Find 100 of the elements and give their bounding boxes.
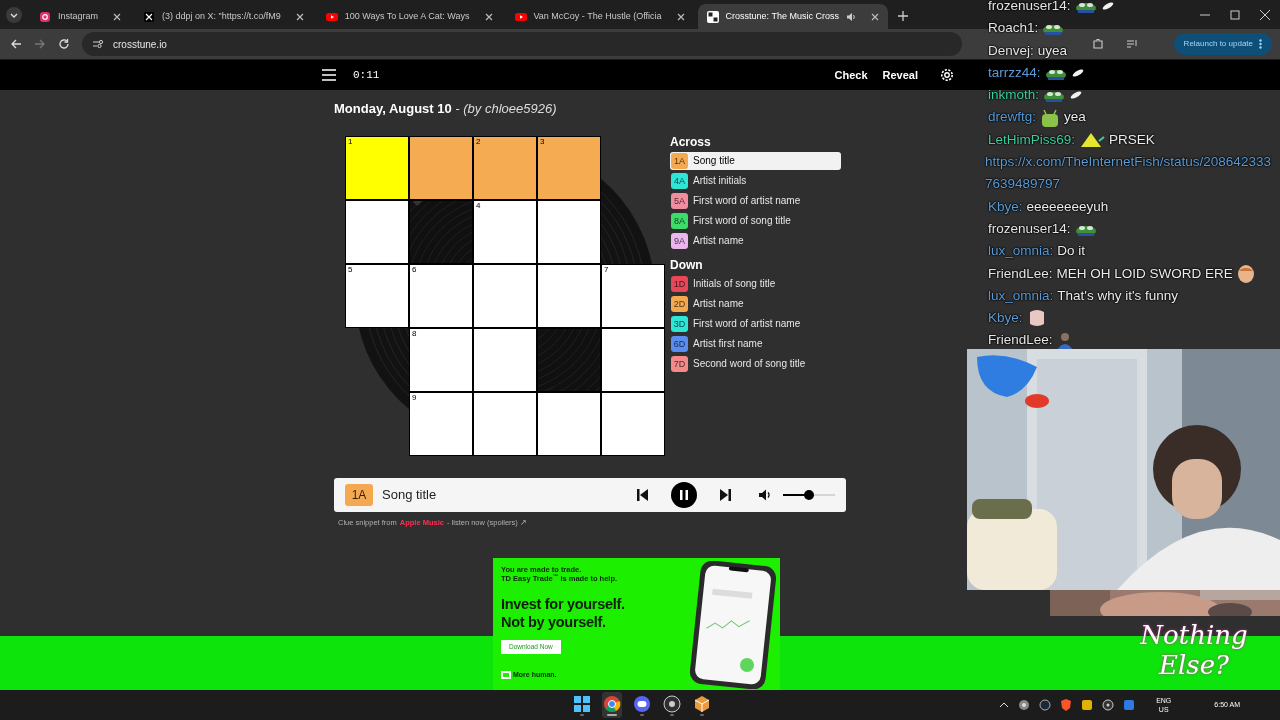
close-icon[interactable] <box>295 12 304 21</box>
grid-cell[interactable]: 4 <box>473 199 537 264</box>
chat-username[interactable]: Roach1: <box>988 17 1039 40</box>
back-icon[interactable] <box>10 38 22 50</box>
maximize-icon[interactable] <box>1230 9 1240 20</box>
close-icon[interactable] <box>113 12 122 21</box>
clue-item[interactable]: 9A Artist name <box>670 231 841 250</box>
grid-cell[interactable] <box>537 391 601 456</box>
site-info-icon[interactable] <box>92 38 104 50</box>
cell-number: 4 <box>476 201 481 210</box>
logo-icon <box>501 670 511 679</box>
section-heading: Across <box>670 133 712 151</box>
chat-username[interactable]: frozenuser14: <box>988 217 1071 241</box>
clue-item[interactable]: 6D Artist first name <box>670 334 841 353</box>
clue-item[interactable]: 4A Artist initials <box>670 171 841 190</box>
close-icon[interactable] <box>676 12 685 21</box>
grid-cell[interactable] <box>473 327 537 392</box>
cell-number: 7 <box>604 265 609 274</box>
caret-up-icon[interactable] <box>999 702 1010 708</box>
shield-icon[interactable] <box>1060 699 1073 711</box>
media-controls-icon[interactable] <box>1126 38 1138 50</box>
browser-tab[interactable]: 100 Ways To Love A Cat: Ways <box>316 4 502 29</box>
clue-text: Second word of song title <box>693 357 806 371</box>
chat-username[interactable]: FriendLee: <box>988 329 1053 352</box>
clue-item[interactable]: 2D Artist name <box>670 294 841 313</box>
grid-cell[interactable]: 7 <box>601 263 665 328</box>
next-icon[interactable] <box>720 488 731 501</box>
grid-cell[interactable] <box>409 135 473 200</box>
clue-item[interactable]: 7D Second word of song title <box>670 354 841 373</box>
cube-icon <box>693 694 711 713</box>
taskbar-app[interactable] <box>662 692 682 718</box>
chat-username[interactable]: lux_omnia: <box>988 284 1054 308</box>
chat-username[interactable]: FriendLee: <box>988 262 1053 285</box>
clue-item[interactable]: 1D Initials of song title <box>670 274 841 293</box>
grid-cell[interactable]: 5 <box>345 263 409 328</box>
grid-cell[interactable] <box>537 199 601 264</box>
volume-icon[interactable] <box>759 488 772 501</box>
browser-tab[interactable]: Van McCoy - The Hustle (Officia <box>505 4 694 29</box>
grid-cell[interactable]: 2 <box>473 135 537 200</box>
blocked-cell <box>537 327 601 392</box>
extensions-icon[interactable] <box>1092 38 1104 50</box>
chat-username[interactable]: Kbye: <box>988 307 1023 330</box>
grid-cell[interactable] <box>601 391 665 456</box>
grid-cell[interactable] <box>473 263 537 328</box>
previous-icon[interactable] <box>637 488 648 501</box>
grid-cell[interactable]: 3 <box>537 135 601 200</box>
chat-username[interactable]: tarrzz44: <box>988 61 1041 85</box>
square-app-icon[interactable] <box>1123 699 1136 711</box>
settings-icon[interactable] <box>940 68 954 82</box>
grid-cell[interactable]: 9 <box>409 391 473 456</box>
chat-link[interactable]: https://x.com/TheInternetFish/status/2086423337639489797 <box>985 151 1272 196</box>
close-icon[interactable] <box>1260 9 1270 20</box>
clue-badge: 4A <box>671 172 688 189</box>
blocked-cell <box>409 199 473 264</box>
action-button[interactable]: Check <box>834 66 868 84</box>
close-icon[interactable] <box>484 12 493 21</box>
cell-number: 3 <box>540 137 545 146</box>
clue-item[interactable]: 1A Song title <box>670 151 841 170</box>
chat-username[interactable]: inkmoth: <box>988 84 1040 107</box>
forward-icon[interactable] <box>34 38 46 50</box>
browser-tab[interactable]: Crosstune: The Music Cross <box>697 4 888 29</box>
new-tab-icon[interactable] <box>897 11 908 21</box>
clue-item[interactable]: 8A First word of song title <box>670 211 841 230</box>
chat-username[interactable]: LetHimPiss69: <box>988 128 1076 152</box>
square-app-icon[interactable] <box>1081 699 1094 711</box>
record-icon[interactable] <box>1102 699 1115 711</box>
clue-text: Song title <box>382 485 437 504</box>
grid-cell[interactable] <box>537 263 601 328</box>
reload-icon[interactable] <box>58 38 70 50</box>
clue-text: Artist initials <box>693 174 747 188</box>
circle-app-icon[interactable] <box>1018 699 1031 711</box>
clue-text: First word of song title <box>693 214 791 228</box>
grid-cell[interactable] <box>345 199 409 264</box>
browser-tab[interactable]: (3) ddpj on X: "https://t.co/fM9 <box>134 4 313 29</box>
section-heading: Down <box>670 256 704 274</box>
clue-item[interactable]: 3D First word of artist name <box>670 314 841 333</box>
grid-cell[interactable]: 8 <box>409 327 473 392</box>
grid-cell[interactable] <box>473 391 537 456</box>
clue-text: First word of artist name <box>693 317 801 331</box>
chat-username[interactable]: Denvej: <box>988 39 1034 62</box>
relaunch-button[interactable]: Relaunch to update <box>1173 33 1272 55</box>
clue-badge: 8A <box>671 212 688 229</box>
clue-item[interactable]: 5A First word of artist name <box>670 191 841 210</box>
chat-username[interactable]: frozenuser14: <box>988 0 1071 18</box>
play-pause-button[interactable] <box>671 481 697 508</box>
dropdown-icon[interactable] <box>6 7 22 23</box>
chat-username[interactable]: Kbye: <box>988 195 1023 218</box>
grid-cell[interactable]: 1 <box>345 135 409 200</box>
grid-cell[interactable] <box>601 327 665 392</box>
chat-username[interactable]: lux_omnia: <box>988 240 1054 263</box>
grid-cell[interactable]: 6 <box>409 263 473 328</box>
address-bar[interactable]: crosstune.io <box>82 32 962 56</box>
action-button[interactable]: Reveal <box>882 66 918 84</box>
menu-icon[interactable] <box>322 69 336 81</box>
browser-tab[interactable]: Instagram <box>30 4 131 29</box>
taskbar-app[interactable] <box>602 692 622 718</box>
chat-message: yea <box>1064 108 1086 127</box>
pause-icon <box>680 489 688 500</box>
close-icon[interactable] <box>870 12 879 21</box>
chat-username[interactable]: drewftg: <box>988 106 1037 129</box>
